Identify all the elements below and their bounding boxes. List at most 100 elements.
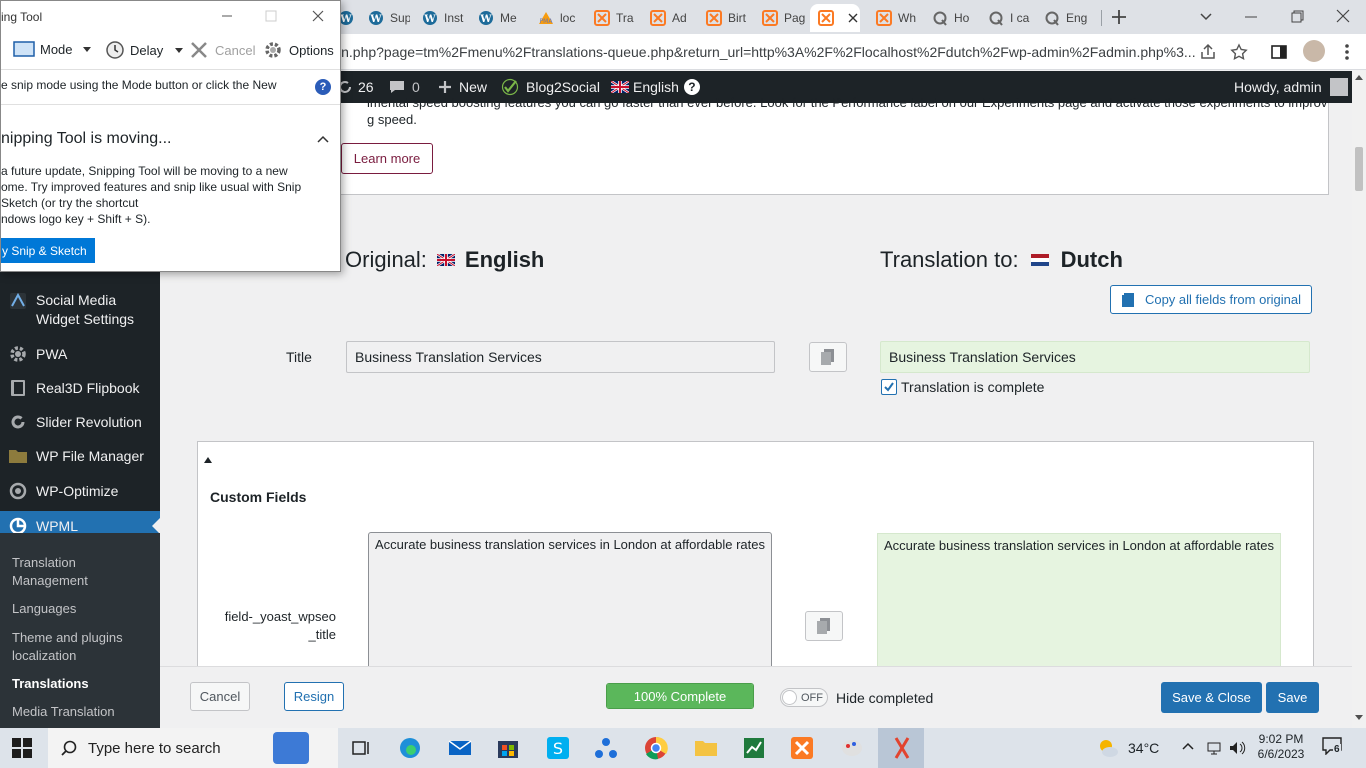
copy-title-button[interactable] bbox=[809, 342, 847, 372]
avatar bbox=[1329, 78, 1348, 96]
sidebar-item-label: Social Media Widget Settings bbox=[36, 292, 135, 327]
volume-icon[interactable] bbox=[1228, 739, 1246, 757]
mail-icon[interactable] bbox=[448, 736, 472, 760]
taskbar-search-box[interactable]: Type here to search bbox=[48, 728, 338, 768]
sidebar-item-real3d[interactable]: Real3D Flipbook bbox=[0, 378, 160, 398]
browser-tab[interactable]: Ho bbox=[924, 4, 976, 32]
minimize-icon[interactable] bbox=[221, 10, 233, 22]
minimize-button[interactable] bbox=[1242, 8, 1260, 26]
svg-text:W: W bbox=[339, 14, 352, 25]
comment-bubble-icon bbox=[390, 81, 404, 93]
dropdown-arrow-icon bbox=[82, 46, 91, 52]
custom-field-translation[interactable]: Accurate business translation services i… bbox=[877, 533, 1281, 672]
browser-tab[interactable]: Pag bbox=[754, 4, 806, 32]
sidebar-item-social-media[interactable]: Social Media Widget Settings bbox=[0, 291, 160, 333]
chevron-up-icon[interactable] bbox=[1182, 742, 1194, 750]
browser-tab[interactable]: Ad bbox=[642, 4, 694, 32]
weather-temperature: 34°C bbox=[1128, 740, 1160, 756]
browser-tab[interactable]: Eng bbox=[1036, 4, 1094, 32]
browser-tab[interactable]: Wh bbox=[868, 4, 920, 32]
chevron-up-icon[interactable] bbox=[317, 135, 329, 143]
skype-icon[interactable]: S bbox=[546, 736, 570, 760]
hide-completed-toggle[interactable]: OFF bbox=[780, 688, 828, 707]
sidebar-item-pwa[interactable]: PWA bbox=[0, 344, 160, 364]
new-tab-button[interactable] bbox=[1110, 8, 1128, 26]
close-icon[interactable] bbox=[312, 10, 324, 22]
star-icon bbox=[1230, 43, 1248, 60]
xampp-icon bbox=[762, 10, 778, 26]
network-icon[interactable] bbox=[1206, 740, 1222, 756]
scroll-up-icon[interactable] bbox=[1355, 74, 1363, 80]
scroll-down-icon[interactable] bbox=[1355, 715, 1363, 721]
system-clock[interactable]: 9:02 PM 6/6/2023 bbox=[1256, 732, 1306, 762]
translation-complete-checkbox-row[interactable]: Translation is complete bbox=[881, 379, 1044, 395]
browser-tab[interactable]: Birt bbox=[698, 4, 750, 32]
submenu-languages[interactable]: Languages bbox=[12, 600, 76, 618]
restore-icon bbox=[1291, 10, 1304, 23]
profile-avatar[interactable] bbox=[1303, 40, 1325, 62]
help-icon[interactable]: ? bbox=[315, 79, 331, 95]
submenu-theme-plugins-localization[interactable]: Theme and plugins localization bbox=[12, 629, 142, 665]
edge-icon[interactable] bbox=[398, 736, 422, 760]
sidebar-item-wp-file-manager[interactable]: WP File Manager bbox=[0, 446, 160, 466]
browser-tab[interactable]: W Me bbox=[470, 4, 526, 32]
weather-icon[interactable] bbox=[1096, 736, 1120, 760]
close-window-button[interactable] bbox=[1334, 7, 1352, 25]
url-field[interactable]: in.php?page=tm%2Fmenu%2Ftranslations-que… bbox=[338, 44, 1196, 60]
snip-mode-button[interactable]: Mode bbox=[13, 40, 91, 58]
submenu-translations[interactable]: Translations bbox=[12, 675, 89, 693]
paint-icon[interactable] bbox=[840, 736, 864, 760]
browser-tab[interactable]: W Sup bbox=[360, 4, 410, 32]
sidebar-item-wp-optimize[interactable]: WP-Optimize bbox=[0, 481, 160, 501]
close-tab-icon[interactable] bbox=[848, 13, 858, 23]
chrome-icon[interactable] bbox=[644, 736, 668, 760]
resign-button[interactable]: Resign bbox=[284, 682, 344, 711]
notice-text-line-2: g speed. bbox=[367, 112, 417, 127]
submenu-media-translation[interactable]: Media Translation bbox=[12, 703, 115, 721]
learn-more-button[interactable]: Learn more bbox=[341, 143, 433, 174]
browser-tab[interactable]: Tra bbox=[586, 4, 638, 32]
try-snip-sketch-button[interactable]: y Snip & Sketch bbox=[1, 238, 95, 263]
restore-button[interactable] bbox=[1288, 8, 1306, 26]
side-panel-button[interactable] bbox=[1270, 43, 1288, 61]
moving-body-line: Sketch (or try the shortcut bbox=[1, 196, 139, 210]
spreadsheet-icon[interactable] bbox=[742, 736, 766, 760]
page-scrollbar[interactable] bbox=[1352, 71, 1366, 728]
bookmark-button[interactable] bbox=[1230, 43, 1248, 61]
sidebar-item-slider-revolution[interactable]: Slider Revolution bbox=[0, 412, 160, 432]
snipping-tool-icon[interactable] bbox=[890, 736, 914, 760]
browser-tab[interactable]: I ca bbox=[980, 4, 1032, 32]
store-icon[interactable] bbox=[496, 736, 520, 760]
copy-all-button[interactable]: Copy all fields from original bbox=[1110, 285, 1312, 314]
xampp-icon[interactable] bbox=[790, 736, 814, 760]
save-and-close-button[interactable]: Save & Close bbox=[1161, 682, 1262, 713]
copy-icon bbox=[817, 618, 830, 634]
network-app-icon[interactable] bbox=[594, 736, 618, 760]
copy-icon bbox=[821, 349, 834, 365]
browser-tab[interactable]: PMA loc bbox=[530, 4, 582, 32]
save-button[interactable]: Save bbox=[1266, 682, 1319, 713]
search-highlight-icon bbox=[273, 732, 309, 764]
file-explorer-icon[interactable] bbox=[694, 736, 718, 760]
windows-start-icon[interactable] bbox=[12, 738, 32, 758]
options-label: Options bbox=[289, 42, 334, 58]
browser-tab[interactable]: W Inst bbox=[414, 4, 466, 32]
task-view-icon[interactable] bbox=[350, 736, 374, 760]
close-icon bbox=[1336, 9, 1350, 23]
tab-search-button[interactable] bbox=[1198, 8, 1214, 24]
collapse-toggle-icon[interactable] bbox=[204, 457, 212, 463]
translation-complete-checkbox[interactable] bbox=[881, 379, 897, 395]
title-translation-field[interactable]: Business Translation Services bbox=[880, 341, 1310, 373]
clock-time: 9:02 PM bbox=[1258, 732, 1304, 746]
copy-custom-field-button[interactable] bbox=[805, 611, 843, 641]
cancel-button[interactable]: Cancel bbox=[190, 682, 250, 711]
snip-options-button[interactable]: Options bbox=[263, 40, 334, 60]
browser-menu-button[interactable] bbox=[1340, 42, 1354, 62]
tab-title: Wh bbox=[898, 11, 916, 25]
submenu-translation-management[interactable]: Translation Management bbox=[12, 554, 132, 590]
snip-delay-button[interactable]: Delay bbox=[105, 40, 184, 60]
share-button[interactable] bbox=[1199, 43, 1217, 61]
scrollbar-thumb[interactable] bbox=[1355, 147, 1363, 191]
notification-center-button[interactable]: 6 bbox=[1322, 737, 1346, 759]
browser-tab[interactable] bbox=[810, 4, 860, 32]
